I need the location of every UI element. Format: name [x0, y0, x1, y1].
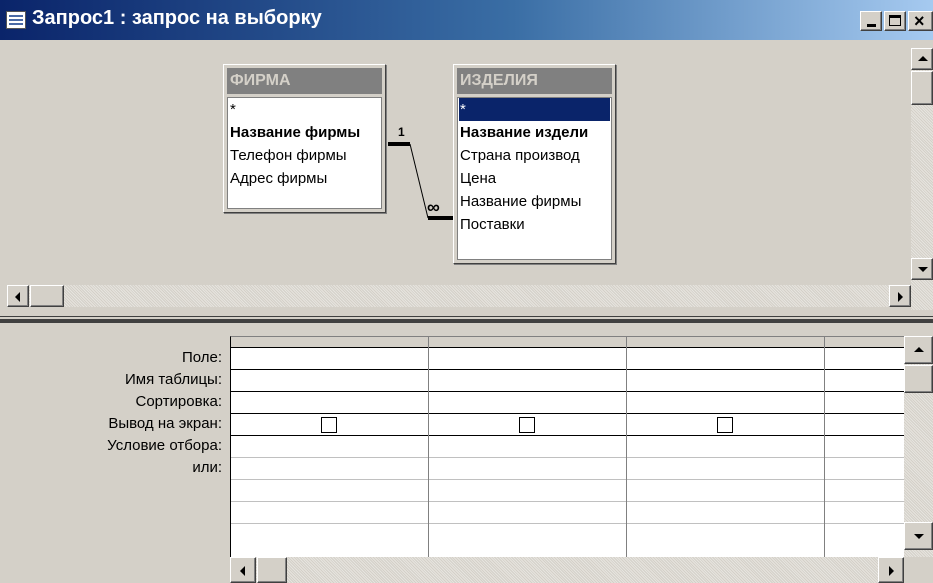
- scroll-right-button[interactable]: [878, 557, 904, 583]
- field-list-item-selected[interactable]: *: [459, 98, 610, 121]
- scroll-left-button[interactable]: [7, 285, 29, 307]
- scroll-thumb[interactable]: [257, 557, 287, 583]
- show-checkbox-col3[interactable]: [717, 417, 733, 433]
- field-list-item[interactable]: Название издели: [460, 121, 588, 144]
- relationship-many-label: ∞: [427, 197, 440, 217]
- scroll-right-button[interactable]: [889, 285, 911, 307]
- row-label-or: или:: [192, 459, 222, 476]
- arrow-down-icon: [918, 267, 928, 272]
- arrow-up-icon: [918, 56, 928, 61]
- grid-cell-field-col2[interactable]: [429, 348, 626, 369]
- show-checkbox-col2[interactable]: [519, 417, 535, 433]
- field-list-item[interactable]: Название фирмы: [230, 121, 360, 144]
- title-bar[interactable]: Запрос1 : запрос на выборку ×: [0, 0, 933, 40]
- arrow-up-icon: [914, 347, 924, 352]
- grid-cell-field-col3[interactable]: [627, 348, 824, 369]
- close-button[interactable]: ×: [908, 11, 933, 31]
- pane-splitter[interactable]: [0, 310, 933, 328]
- field-list-item[interactable]: *: [230, 98, 236, 121]
- arrow-left-icon: [15, 292, 20, 302]
- row-label-field: Поле:: [181, 349, 222, 366]
- table-firma[interactable]: ФИРМА * Название фирмы Телефон фирмы Адр…: [223, 64, 386, 213]
- close-icon: ×: [914, 11, 925, 31]
- scroll-down-button[interactable]: [911, 258, 933, 280]
- relationship-one-label: 1: [398, 125, 405, 139]
- field-list-item[interactable]: Поставки: [460, 213, 525, 236]
- grid-cell-field-col1[interactable]: [231, 348, 428, 369]
- column-selector-row[interactable]: [231, 337, 904, 347]
- scroll-left-button[interactable]: [230, 557, 256, 583]
- query-window-icon[interactable]: [6, 11, 26, 29]
- scroll-thumb[interactable]: [904, 365, 933, 393]
- scroll-up-button[interactable]: [904, 336, 933, 364]
- scroll-up-button[interactable]: [911, 48, 933, 70]
- row-label-table: Имя таблицы:: [124, 371, 222, 388]
- row-labels: Поле: Имя таблицы: Сортировка: Вывод на …: [0, 336, 222, 536]
- grid-vertical-scrollbar[interactable]: [904, 336, 933, 557]
- table-firma-field-list[interactable]: * Название фирмы Телефон фирмы Адрес фир…: [227, 97, 382, 209]
- grid-horizontal-scrollbar[interactable]: [230, 557, 904, 583]
- arrow-down-icon: [914, 534, 924, 539]
- diagram-vertical-scrollbar[interactable]: [911, 48, 933, 310]
- scroll-thumb[interactable]: [911, 71, 933, 105]
- row-label-show: Вывод на экран:: [108, 415, 222, 432]
- show-checkbox-col1[interactable]: [321, 417, 337, 433]
- minimize-button[interactable]: [860, 11, 882, 31]
- table-firma-title[interactable]: ФИРМА: [227, 68, 382, 94]
- window-title: Запрос1 : запрос на выборку: [32, 7, 322, 29]
- design-grid[interactable]: [230, 336, 904, 557]
- table-izdeliya-title[interactable]: ИЗДЕЛИЯ: [457, 68, 612, 94]
- diagram-horizontal-scrollbar[interactable]: [7, 285, 911, 307]
- table-izdeliya[interactable]: ИЗДЕЛИЯ * Название издели Страна произво…: [453, 64, 616, 264]
- arrow-right-icon: [889, 566, 894, 576]
- table-diagram-pane[interactable]: ФИРМА * Название фирмы Телефон фирмы Адр…: [0, 40, 933, 310]
- maximize-button[interactable]: [884, 11, 906, 31]
- field-list-item[interactable]: Страна производ: [460, 144, 580, 167]
- row-label-criteria: Условие отбора:: [107, 437, 222, 454]
- arrow-left-icon: [240, 566, 245, 576]
- row-label-sort: Сортировка:: [135, 393, 223, 410]
- field-list-item[interactable]: Адрес фирмы: [230, 167, 327, 190]
- field-list-item[interactable]: Название фирмы: [460, 190, 581, 213]
- arrow-right-icon: [898, 292, 903, 302]
- table-izdeliya-field-list[interactable]: * Название издели Страна производ Цена Н…: [457, 97, 612, 260]
- relationship-line[interactable]: 1 ∞: [380, 120, 460, 230]
- field-list-item[interactable]: Телефон фирмы: [230, 144, 347, 167]
- grid-cell-field-col4[interactable]: [825, 348, 904, 369]
- field-list-item[interactable]: Цена: [460, 167, 496, 190]
- scroll-thumb[interactable]: [30, 285, 64, 307]
- scroll-down-button[interactable]: [904, 522, 933, 550]
